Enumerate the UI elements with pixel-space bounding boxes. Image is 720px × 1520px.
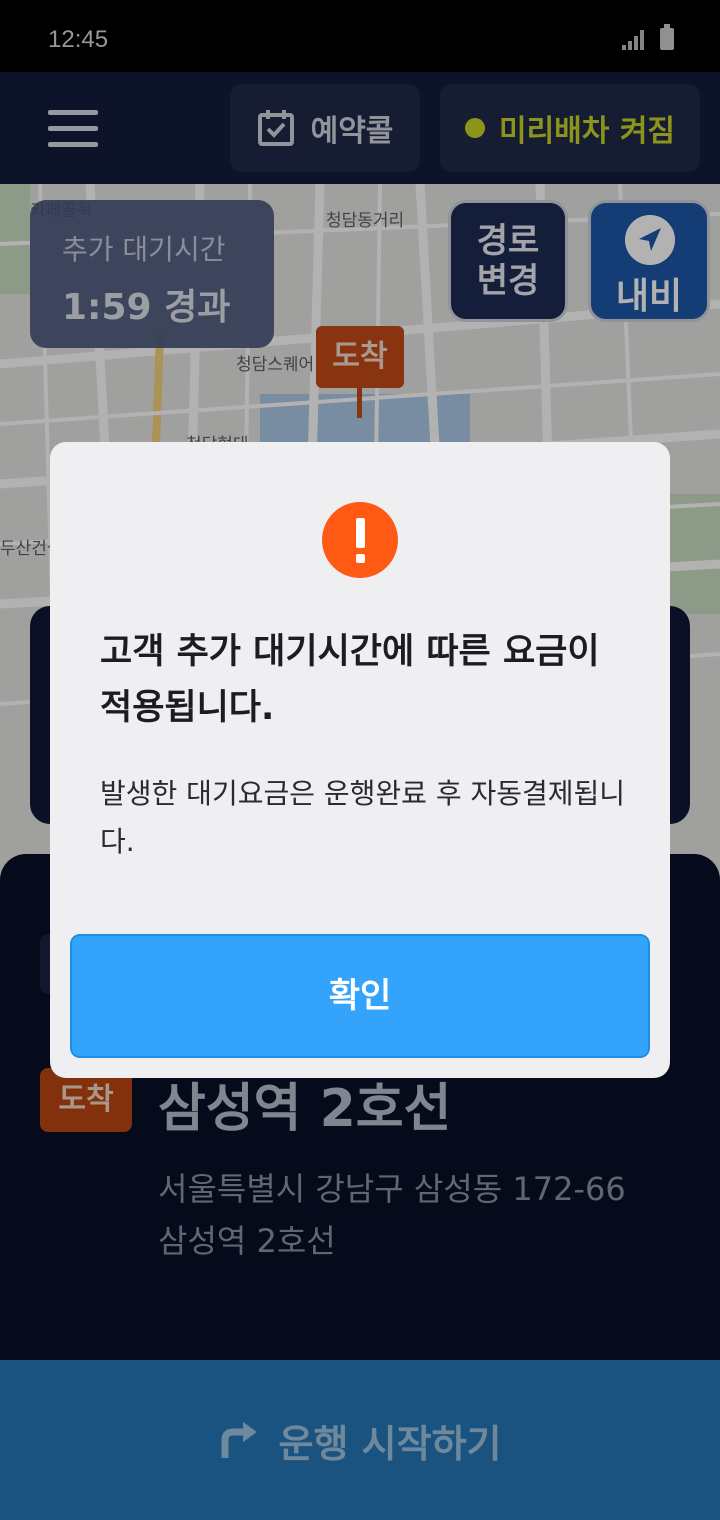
dialog-message: 발생한 대기요금은 운행완료 후 자동결제됩니다.	[100, 777, 626, 858]
alert-icon	[322, 502, 398, 578]
confirm-button[interactable]: 확인	[70, 934, 650, 1058]
dialog-title: 고객 추가 대기시간에 따른 요금이 적용됩니다.	[100, 632, 600, 728]
wait-fee-dialog: 고객 추가 대기시간에 따른 요금이 적용됩니다. 발생한 대기요금은 운행완료…	[50, 442, 670, 1078]
